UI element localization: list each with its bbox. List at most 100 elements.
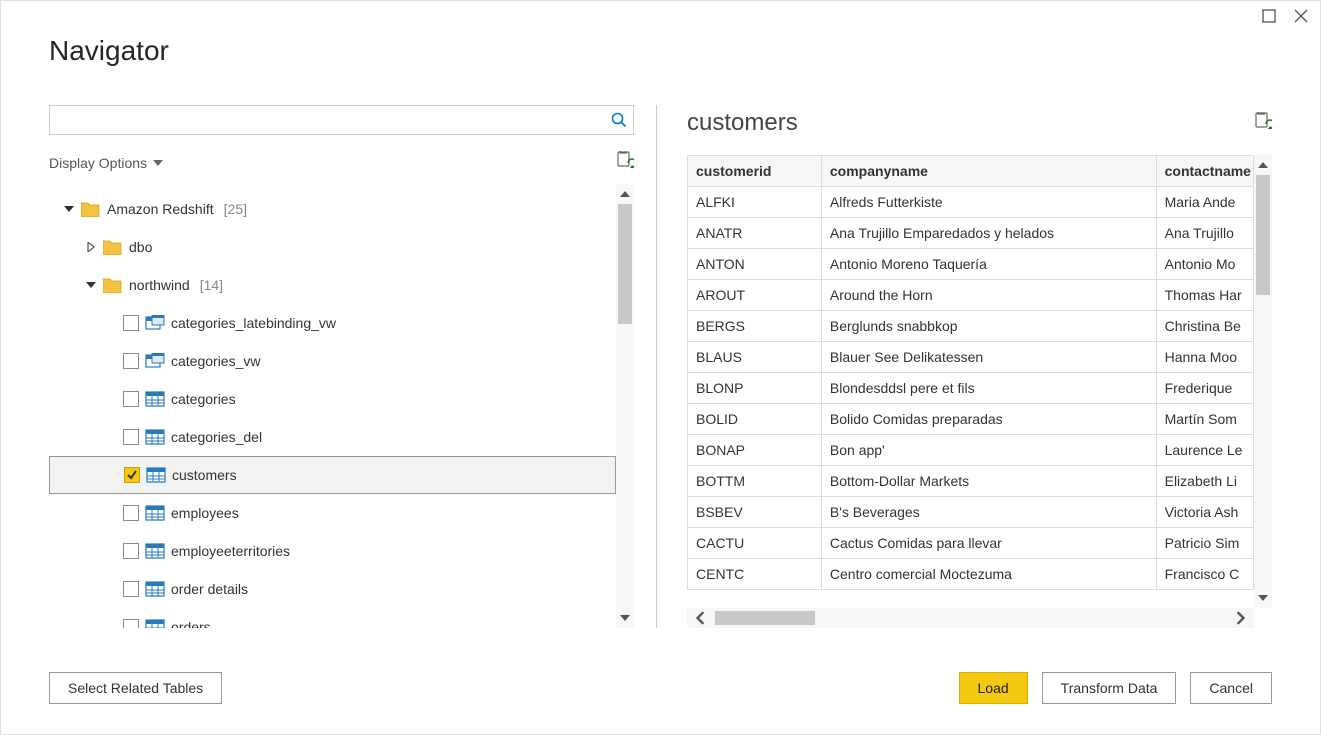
grid-vertical-scrollbar[interactable] (1254, 155, 1272, 608)
table-cell: Bon app' (821, 435, 1156, 466)
object-tree: Amazon Redshift [25] dbo (49, 184, 616, 628)
table-cell: Ana Trujillo (1156, 218, 1253, 249)
column-header[interactable]: contactname (1156, 156, 1253, 187)
table-row[interactable]: ANATRAna Trujillo Emparedados y heladosA… (688, 218, 1254, 249)
display-options-dropdown[interactable]: Display Options (49, 155, 163, 171)
table-cell: Cactus Comidas para llevar (821, 528, 1156, 559)
table-cell: ANTON (688, 249, 822, 280)
refresh-tree-button[interactable] (616, 151, 634, 174)
table-cell: Maria Ande (1156, 187, 1253, 218)
table-cell: Around the Horn (821, 280, 1156, 311)
table-row[interactable]: BONAPBon app'Laurence Le (688, 435, 1254, 466)
tree-node-table[interactable]: employees (49, 494, 616, 532)
tree-node-table[interactable]: order details (49, 570, 616, 608)
maximize-button[interactable] (1262, 9, 1276, 23)
tree-node-count: [25] (224, 201, 247, 217)
table-cell: Frederique (1156, 373, 1253, 404)
checkbox[interactable] (123, 505, 139, 521)
display-options-label: Display Options (49, 155, 147, 171)
table-cell: BLONP (688, 373, 822, 404)
tree-node-label: northwind (129, 277, 190, 293)
scroll-left-icon[interactable] (687, 611, 715, 625)
table-row[interactable]: BLAUSBlauer See DelikatessenHanna Moo (688, 342, 1254, 373)
column-header[interactable]: companyname (821, 156, 1156, 187)
table-row[interactable]: BLONPBlondesddsl pere et filsFrederique (688, 373, 1254, 404)
column-header[interactable]: customerid (688, 156, 822, 187)
tree-node-schema-dbo[interactable]: dbo (49, 228, 616, 266)
checkbox[interactable] (123, 353, 139, 369)
scrollbar-thumb[interactable] (618, 204, 632, 324)
transform-data-button[interactable]: Transform Data (1042, 672, 1177, 704)
checkbox[interactable] (123, 429, 139, 445)
cancel-button[interactable]: Cancel (1190, 672, 1272, 704)
tree-node-table[interactable]: customers (49, 456, 616, 494)
preview-title: customers (687, 109, 798, 137)
table-cell: Hanna Moo (1156, 342, 1253, 373)
table-cell: BLAUS (688, 342, 822, 373)
scroll-right-icon[interactable] (1226, 611, 1254, 625)
table-cell: Alfreds Futterkiste (821, 187, 1156, 218)
scroll-down-icon[interactable] (619, 608, 631, 628)
table-cell: Elizabeth Li (1156, 466, 1253, 497)
folder-icon (103, 277, 123, 293)
table-icon (145, 581, 165, 597)
close-button[interactable] (1294, 9, 1308, 23)
table-cell: Patricio Sim (1156, 528, 1253, 559)
scrollbar-thumb[interactable] (715, 611, 815, 625)
tree-node-table[interactable]: categories (49, 380, 616, 418)
checkbox[interactable] (123, 391, 139, 407)
search-icon[interactable] (605, 112, 633, 128)
table-icon (145, 505, 165, 521)
grid-horizontal-scrollbar[interactable] (687, 608, 1254, 628)
table-row[interactable]: ALFKIAlfreds FutterkisteMaria Ande (688, 187, 1254, 218)
table-row[interactable]: BOLIDBolido Comidas preparadasMartín Som (688, 404, 1254, 435)
folder-icon (81, 201, 101, 217)
checkbox[interactable] (124, 467, 140, 483)
caret-expanded-icon (85, 280, 97, 290)
tree-node-table[interactable]: categories_del (49, 418, 616, 456)
scroll-down-icon[interactable] (1257, 588, 1269, 608)
table-row[interactable]: CENTCCentro comercial MoctezumaFrancisco… (688, 559, 1254, 590)
tree-node-datasource[interactable]: Amazon Redshift [25] (49, 190, 616, 228)
tree-node-table[interactable]: categories_vw (49, 342, 616, 380)
preview-grid: customeridcompanynamecontactname ALFKIAl… (687, 155, 1254, 608)
checkbox[interactable] (123, 581, 139, 597)
table-cell: BSBEV (688, 497, 822, 528)
tree-node-label: order details (171, 581, 248, 597)
checkbox[interactable] (123, 543, 139, 559)
table-row[interactable]: AROUTAround the HornThomas Har (688, 280, 1254, 311)
caret-expanded-icon (63, 204, 75, 214)
table-cell: Centro comercial Moctezuma (821, 559, 1156, 590)
checkbox[interactable] (123, 315, 139, 331)
search-box[interactable] (49, 105, 634, 135)
scroll-up-icon[interactable] (1257, 155, 1269, 175)
table-row[interactable]: BOTTMBottom-Dollar MarketsElizabeth Li (688, 466, 1254, 497)
chevron-down-icon (153, 155, 163, 171)
tree-node-schema-northwind[interactable]: northwind [14] (49, 266, 616, 304)
table-cell: Antonio Mo (1156, 249, 1253, 280)
table-icon (146, 467, 166, 483)
tree-scrollbar[interactable] (616, 184, 634, 628)
scrollbar-thumb[interactable] (1256, 175, 1270, 295)
tree-node-table[interactable]: employeeterritories (49, 532, 616, 570)
table-row[interactable]: BERGSBerglunds snabbkopChristina Be (688, 311, 1254, 342)
tree-node-table[interactable]: categories_latebinding_vw (49, 304, 616, 342)
load-button[interactable]: Load (959, 672, 1028, 704)
refresh-preview-button[interactable] (1254, 112, 1272, 135)
table-cell: Ana Trujillo Emparedados y helados (821, 218, 1156, 249)
view-icon (145, 353, 165, 369)
table-cell: BOLID (688, 404, 822, 435)
caret-collapsed-icon (85, 242, 97, 252)
table-cell: Martín Som (1156, 404, 1253, 435)
tree-node-table[interactable]: orders (49, 608, 616, 628)
tree-node-label: dbo (129, 239, 152, 255)
table-row[interactable]: CACTUCactus Comidas para llevarPatricio … (688, 528, 1254, 559)
search-input[interactable] (50, 108, 605, 132)
select-related-tables-button[interactable]: Select Related Tables (49, 672, 222, 704)
table-row[interactable]: BSBEVB's BeveragesVictoria Ash (688, 497, 1254, 528)
table-row[interactable]: ANTONAntonio Moreno TaqueríaAntonio Mo (688, 249, 1254, 280)
checkbox[interactable] (123, 619, 139, 628)
table-cell: Blondesddsl pere et fils (821, 373, 1156, 404)
table-cell: CACTU (688, 528, 822, 559)
scroll-up-icon[interactable] (619, 184, 631, 204)
